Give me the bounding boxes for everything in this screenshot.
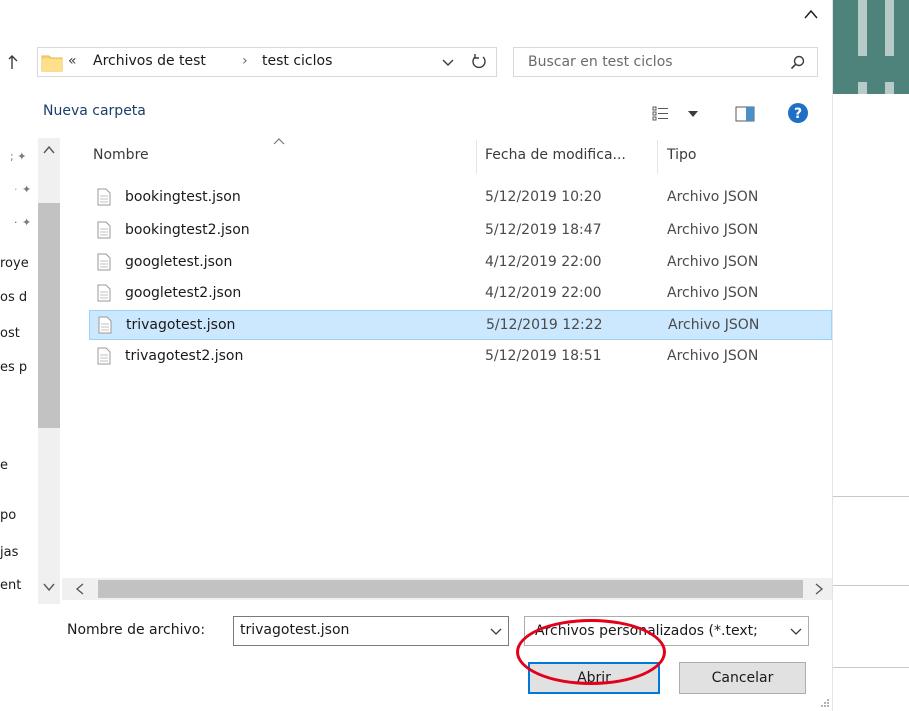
svg-text:·: · <box>14 183 18 196</box>
search-icon[interactable] <box>790 55 806 71</box>
preview-pane-icon[interactable] <box>735 105 755 123</box>
svg-text:?: ? <box>794 106 802 122</box>
file-row[interactable]: bookingtest2.json 5/12/2019 18:47 Archiv… <box>89 216 832 246</box>
background-window <box>832 0 909 711</box>
filename-combobox[interactable] <box>233 616 509 646</box>
resize-grip-icon[interactable] <box>819 697 830 708</box>
file-icon <box>98 316 112 334</box>
nav-item[interactable]: ent <box>0 578 38 593</box>
file-date: 5/12/2019 12:22 <box>486 317 603 333</box>
file-icon <box>97 347 111 365</box>
file-type: Archivo JSON <box>667 285 759 301</box>
up-arrow-icon[interactable] <box>8 53 22 71</box>
chevron-down-icon[interactable] <box>442 58 454 68</box>
svg-text:✦: ✦ <box>22 183 31 196</box>
address-bar[interactable]: « Archivos de test › test ciclos <box>37 47 497 77</box>
breadcrumb-overflow[interactable]: « <box>68 53 77 69</box>
file-type-filter[interactable]: Archivos personalizados (*.text; <box>524 616 809 646</box>
file-date: 5/12/2019 10:20 <box>485 189 602 205</box>
scroll-up-icon[interactable] <box>43 145 55 155</box>
file-type: Archivo JSON <box>668 317 760 333</box>
search-placeholder: Buscar en test ciclos <box>528 54 673 70</box>
background-divider <box>833 496 909 497</box>
file-name: bookingtest2.json <box>125 222 250 238</box>
file-date: 5/12/2019 18:47 <box>485 222 602 238</box>
file-name: trivagotest2.json <box>125 348 244 364</box>
file-date: 4/12/2019 22:00 <box>485 285 602 301</box>
file-row-selected[interactable]: trivagotest.json 5/12/2019 12:22 Archivo… <box>89 310 832 340</box>
search-box[interactable]: Buscar en test ciclos <box>513 47 818 77</box>
open-button[interactable]: Abrir <box>528 662 660 694</box>
view-options-icon[interactable] <box>652 106 670 122</box>
file-date: 5/12/2019 18:51 <box>485 348 602 364</box>
open-file-dialog: « Archivos de test › test ciclos Buscar … <box>0 0 832 711</box>
chevron-down-icon[interactable] <box>490 628 502 636</box>
nav-item[interactable]: os d <box>0 290 38 305</box>
breadcrumb-test-ciclos[interactable]: test ciclos <box>262 53 332 69</box>
column-header-name[interactable]: Nombre <box>93 147 149 163</box>
column-divider[interactable] <box>476 140 477 174</box>
file-type: Archivo JSON <box>667 189 759 205</box>
refresh-icon[interactable] <box>470 53 488 71</box>
file-icon <box>97 221 111 239</box>
file-icon <box>97 284 111 302</box>
background-divider <box>833 585 909 586</box>
file-type-filter-value: Archivos personalizados (*.text; <box>535 623 758 639</box>
chevron-down-icon[interactable] <box>790 628 802 636</box>
file-type: Archivo JSON <box>667 348 759 364</box>
nav-item[interactable]: e <box>0 458 38 473</box>
breadcrumb-separator: › <box>242 53 248 69</box>
filename-label: Nombre de archivo: <box>67 622 206 638</box>
nav-item[interactable]: es p <box>0 360 38 375</box>
background-divider <box>833 667 909 668</box>
file-icon <box>97 188 111 206</box>
column-header-type[interactable]: Tipo <box>667 147 696 163</box>
file-row[interactable]: bookingtest.json 5/12/2019 10:20 Archivo… <box>89 183 832 213</box>
horizontal-scrollbar-thumb[interactable] <box>98 580 803 598</box>
nav-item[interactable]: roye <box>0 256 38 271</box>
pin-icon: · ✦ <box>14 216 31 229</box>
svg-text:; ✦: ; ✦ <box>10 150 26 163</box>
folder-icon <box>41 55 63 72</box>
caret-down-icon[interactable] <box>687 110 699 118</box>
background-banner <box>833 0 909 94</box>
pin-icon: · ✦ <box>14 183 31 196</box>
nav-item[interactable]: po <box>0 508 38 523</box>
file-row[interactable]: googletest2.json 4/12/2019 22:00 Archivo… <box>89 279 832 309</box>
svg-text:✦: ✦ <box>22 216 31 229</box>
help-icon[interactable]: ? <box>787 102 809 124</box>
file-row[interactable]: googletest.json 4/12/2019 22:00 Archivo … <box>89 248 832 278</box>
file-name: trivagotest.json <box>126 317 236 333</box>
scroll-down-icon[interactable] <box>43 582 55 592</box>
scroll-right-icon[interactable] <box>814 583 824 595</box>
nav-item[interactable]: jas <box>0 545 38 560</box>
file-date: 4/12/2019 22:00 <box>485 254 602 270</box>
file-name: googletest.json <box>125 254 233 270</box>
sort-ascending-icon <box>273 138 285 145</box>
nav-item[interactable]: ost <box>0 326 38 341</box>
column-divider[interactable] <box>657 140 658 174</box>
nav-scrollbar-thumb[interactable] <box>38 203 60 428</box>
chevron-up-icon[interactable] <box>803 8 819 20</box>
file-type: Archivo JSON <box>667 222 759 238</box>
file-row[interactable]: trivagotest2.json 5/12/2019 18:51 Archiv… <box>89 342 832 372</box>
file-icon <box>97 253 111 271</box>
file-name: googletest2.json <box>125 285 242 301</box>
svg-text:·: · <box>14 216 18 229</box>
pin-icon: ; ✦ <box>10 150 26 163</box>
new-folder-button[interactable]: Nueva carpeta <box>43 103 146 119</box>
cancel-button[interactable]: Cancelar <box>679 662 806 694</box>
column-header-date[interactable]: Fecha de modifica... <box>485 147 626 163</box>
scroll-left-icon[interactable] <box>75 583 85 595</box>
file-type: Archivo JSON <box>667 254 759 270</box>
breadcrumb-archivos-de-test[interactable]: Archivos de test <box>93 53 206 69</box>
filename-input[interactable] <box>240 622 480 638</box>
file-name: bookingtest.json <box>125 189 241 205</box>
